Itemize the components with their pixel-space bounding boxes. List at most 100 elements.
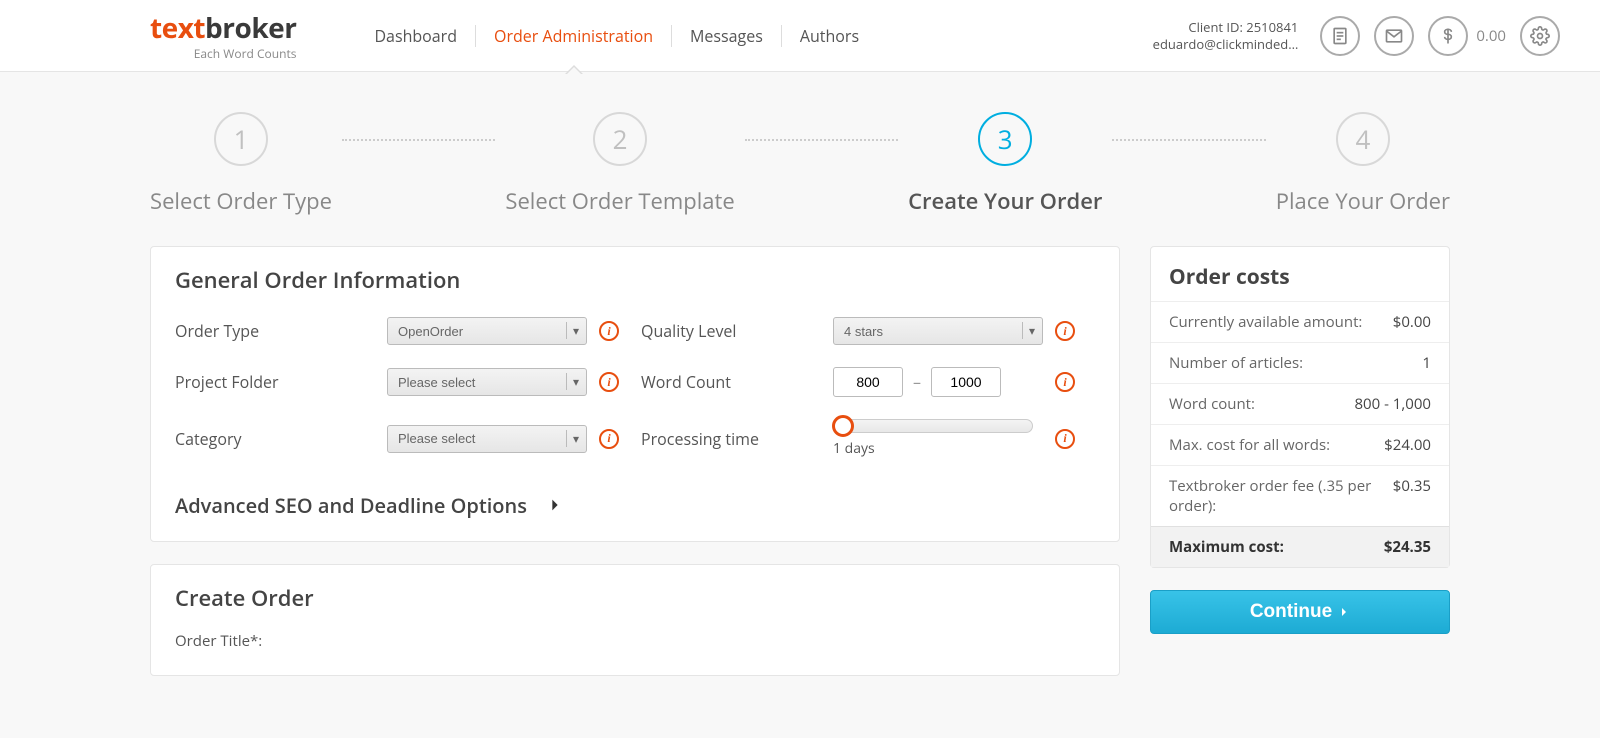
- gear-icon[interactable]: [1520, 16, 1560, 56]
- continue-label: Continue: [1250, 601, 1332, 623]
- cost-label: Textbroker order fee (.35 per order):: [1169, 476, 1393, 516]
- general-order-panel: General Order Information Order Type Ope…: [150, 246, 1120, 542]
- documents-icon[interactable]: [1320, 16, 1360, 56]
- logo-part2: broker: [205, 9, 296, 47]
- nav-messages[interactable]: Messages: [672, 25, 782, 47]
- order-costs-title: Order costs: [1151, 247, 1449, 301]
- cost-label: Number of articles:: [1169, 353, 1303, 373]
- cost-label: Max. cost for all words:: [1169, 435, 1330, 455]
- general-order-title: General Order Information: [151, 247, 1119, 309]
- word-count-max[interactable]: [931, 367, 1001, 397]
- quality-level-label: Quality Level: [641, 320, 821, 342]
- order-title-field: Order Title*:: [151, 627, 1119, 675]
- wizard-steps: 1 Select Order Type 2 Select Order Templ…: [0, 72, 1600, 246]
- chevron-right-icon: [1338, 606, 1350, 618]
- logo-part1: text: [150, 9, 205, 47]
- project-folder-label: Project Folder: [175, 371, 375, 393]
- step-4-label: Place Your Order: [1276, 186, 1450, 216]
- dollar-icon[interactable]: [1428, 16, 1468, 56]
- order-type-select[interactable]: OpenOrder: [387, 317, 587, 345]
- category-select[interactable]: Please select: [387, 425, 587, 453]
- info-icon[interactable]: i: [1055, 321, 1075, 341]
- step-2[interactable]: 2 Select Order Template: [505, 112, 734, 216]
- client-id: Client ID: 2510841: [1153, 19, 1299, 36]
- step-4-num: 4: [1336, 112, 1390, 166]
- step-divider: [1112, 139, 1265, 141]
- category-label: Category: [175, 428, 375, 450]
- step-4[interactable]: 4 Place Your Order: [1276, 112, 1450, 216]
- word-count-inputs: –: [833, 367, 1043, 397]
- order-type-select-wrap: OpenOrder: [387, 317, 587, 345]
- create-order-panel: Create Order Order Title*:: [150, 564, 1120, 676]
- word-count-min[interactable]: [833, 367, 903, 397]
- cost-row-available: Currently available amount: $0.00: [1151, 301, 1449, 342]
- category-select-wrap: Please select: [387, 425, 587, 453]
- slider-handle[interactable]: [832, 415, 854, 437]
- main-nav: Dashboard Order Administration Messages …: [356, 25, 877, 47]
- step-1[interactable]: 1 Select Order Type: [150, 112, 332, 216]
- quality-level-select[interactable]: 4 stars: [833, 317, 1043, 345]
- client-info: Client ID: 2510841 eduardo@clickminded…: [1153, 19, 1299, 53]
- cost-row-wordcount: Word count: 800 - 1,000: [1151, 383, 1449, 424]
- nav-authors[interactable]: Authors: [782, 25, 877, 47]
- step-1-label: Select Order Type: [150, 186, 332, 216]
- chevron-right-icon: [547, 492, 563, 519]
- cost-label: Currently available amount:: [1169, 312, 1362, 332]
- step-divider: [745, 139, 898, 141]
- cost-value: $24.00: [1384, 435, 1431, 455]
- word-count-dash: –: [913, 371, 921, 393]
- step-divider: [342, 139, 495, 141]
- project-folder-select-wrap: Please select: [387, 368, 587, 396]
- cost-row-fee: Textbroker order fee (.35 per order): $0…: [1151, 465, 1449, 526]
- cost-value: 800 - 1,000: [1354, 394, 1431, 414]
- info-icon[interactable]: i: [599, 321, 619, 341]
- step-2-label: Select Order Template: [505, 186, 734, 216]
- quality-level-select-wrap: 4 stars: [833, 317, 1043, 345]
- processing-time-slider[interactable]: [833, 419, 1033, 433]
- word-count-label: Word Count: [641, 371, 821, 393]
- messages-icon[interactable]: [1374, 16, 1414, 56]
- client-email: eduardo@clickminded…: [1153, 36, 1299, 53]
- advanced-options-label: Advanced SEO and Deadline Options: [175, 492, 527, 519]
- cost-label: Word count:: [1169, 394, 1255, 414]
- balance-amount: 0.00: [1476, 26, 1506, 46]
- logo[interactable]: textbroker Each Word Counts: [150, 9, 296, 62]
- cost-row-max: Max. cost for all words: $24.00: [1151, 424, 1449, 465]
- order-type-label: Order Type: [175, 320, 375, 342]
- info-icon[interactable]: i: [599, 372, 619, 392]
- cost-total-value: $24.35: [1384, 537, 1431, 557]
- logo-text: textbroker: [150, 9, 296, 47]
- step-3[interactable]: 3 Create Your Order: [908, 112, 1102, 216]
- nav-dashboard[interactable]: Dashboard: [356, 25, 476, 47]
- content: General Order Information Order Type Ope…: [0, 246, 1600, 738]
- processing-time-value: 1 days: [833, 439, 1043, 458]
- cost-value: $0.00: [1393, 312, 1431, 332]
- header-right: Client ID: 2510841 eduardo@clickminded… …: [1153, 16, 1560, 56]
- step-3-num: 3: [978, 112, 1032, 166]
- info-icon[interactable]: i: [599, 429, 619, 449]
- step-2-num: 2: [593, 112, 647, 166]
- logo-tagline: Each Word Counts: [150, 45, 296, 62]
- header: textbroker Each Word Counts Dashboard Or…: [0, 0, 1600, 72]
- continue-button[interactable]: Continue: [1150, 590, 1450, 634]
- cost-row-articles: Number of articles: 1: [1151, 342, 1449, 383]
- step-3-label: Create Your Order: [908, 186, 1102, 216]
- step-1-num: 1: [214, 112, 268, 166]
- balance: 0.00: [1428, 16, 1506, 56]
- cost-total-label: Maximum cost:: [1169, 537, 1284, 557]
- create-order-title: Create Order: [151, 565, 1119, 627]
- cost-value: $0.35: [1393, 476, 1431, 516]
- info-icon[interactable]: i: [1055, 429, 1075, 449]
- info-icon[interactable]: i: [1055, 372, 1075, 392]
- left-column: General Order Information Order Type Ope…: [150, 246, 1120, 698]
- advanced-options-toggle[interactable]: Advanced SEO and Deadline Options: [151, 478, 1119, 541]
- processing-time-label: Processing time: [641, 428, 821, 450]
- project-folder-select[interactable]: Please select: [387, 368, 587, 396]
- general-form: Order Type OpenOrder i Quality Level 4 s…: [151, 309, 1119, 478]
- cost-value: 1: [1422, 353, 1431, 373]
- order-title-label: Order Title*:: [175, 631, 1095, 651]
- order-costs-panel: Order costs Currently available amount: …: [1150, 246, 1450, 568]
- cost-row-total: Maximum cost: $24.35: [1151, 526, 1449, 567]
- nav-order-administration[interactable]: Order Administration: [476, 25, 672, 47]
- right-column: Order costs Currently available amount: …: [1150, 246, 1450, 634]
